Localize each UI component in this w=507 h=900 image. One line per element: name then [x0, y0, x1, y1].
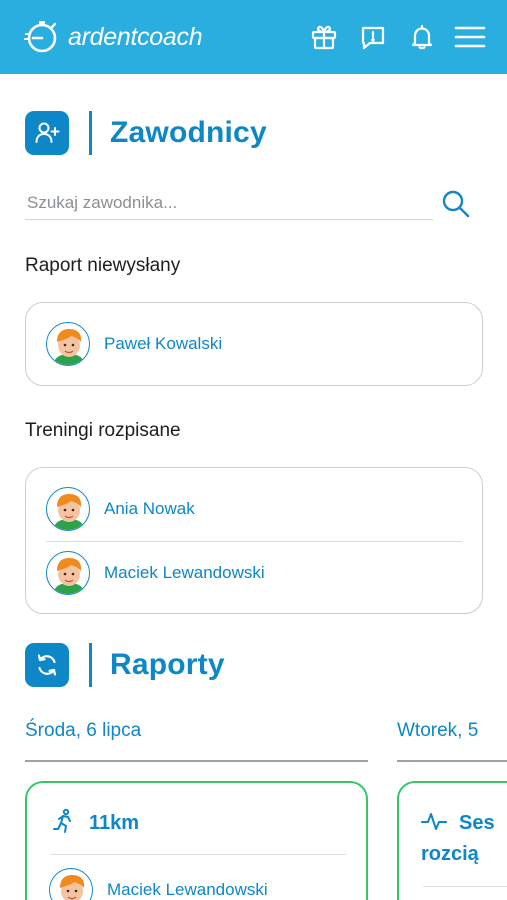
report-summary: Ses: [421, 808, 495, 839]
report-divider: [51, 854, 346, 855]
athlete-list-card: Ania Nowak Maciek Lewandowski: [25, 467, 483, 614]
report-divider: [423, 886, 507, 887]
group-label-trainings-scheduled: Treningi rozpisane: [25, 420, 181, 441]
date-tab-tuesday[interactable]: Wtorek, 5: [397, 720, 507, 742]
group-label-report-not-sent: Raport niewysłany: [25, 255, 181, 276]
report-value: 11km: [89, 812, 140, 834]
running-icon: [51, 808, 77, 839]
add-user-icon[interactable]: [25, 111, 69, 155]
section-divider: [89, 643, 92, 687]
bell-icon[interactable]: [407, 22, 437, 52]
athletes-title: Zawodnicy: [110, 116, 267, 149]
search-icon[interactable]: [440, 188, 472, 220]
athlete-name: Maciek Lewandowski: [104, 563, 265, 582]
athletes-header: Zawodnicy: [25, 111, 267, 155]
stopwatch-logo-icon: [24, 19, 60, 55]
report-summary: 11km: [51, 808, 139, 839]
gift-icon[interactable]: [309, 22, 339, 52]
menu-icon[interactable]: [454, 22, 486, 52]
athlete-list-card: Paweł Kowalski: [25, 302, 483, 386]
report-athlete: Maciek Lewandowski: [49, 868, 268, 900]
athlete-item[interactable]: Ania Nowak: [46, 487, 195, 531]
date-underline: [25, 760, 368, 762]
reports-header: Raporty: [25, 643, 225, 687]
report-card[interactable]: Ses rozcią: [397, 781, 507, 900]
athlete-search-input[interactable]: [25, 186, 433, 219]
activity-pulse-icon: [421, 808, 447, 839]
logo-text: ardentcoach: [68, 22, 203, 51]
athlete-item[interactable]: Paweł Kowalski: [46, 322, 222, 366]
report-card[interactable]: 11km Maciek Lewandowski: [25, 781, 368, 900]
section-divider: [89, 111, 92, 155]
avatar: [49, 868, 93, 900]
avatar: [46, 487, 90, 531]
feedback-icon[interactable]: [358, 22, 388, 52]
avatar: [46, 551, 90, 595]
list-divider: [46, 541, 462, 542]
athlete-name: Paweł Kowalski: [104, 334, 223, 353]
app-logo[interactable]: ardentcoach: [24, 19, 203, 55]
report-value-line2: rozcią: [421, 843, 479, 865]
top-bar: ardentcoach: [0, 0, 507, 74]
athlete-name: Maciek Lewandowski: [107, 880, 268, 899]
avatar: [46, 322, 90, 366]
athlete-search: [25, 186, 433, 220]
refresh-icon[interactable]: [25, 643, 69, 687]
athlete-name: Ania Nowak: [104, 499, 195, 518]
athlete-item[interactable]: Maciek Lewandowski: [46, 551, 265, 595]
date-underline: [397, 760, 507, 762]
reports-title: Raporty: [110, 648, 225, 681]
report-value: Ses: [459, 812, 495, 834]
date-tab-wednesday[interactable]: Środa, 6 lipca: [25, 720, 141, 742]
